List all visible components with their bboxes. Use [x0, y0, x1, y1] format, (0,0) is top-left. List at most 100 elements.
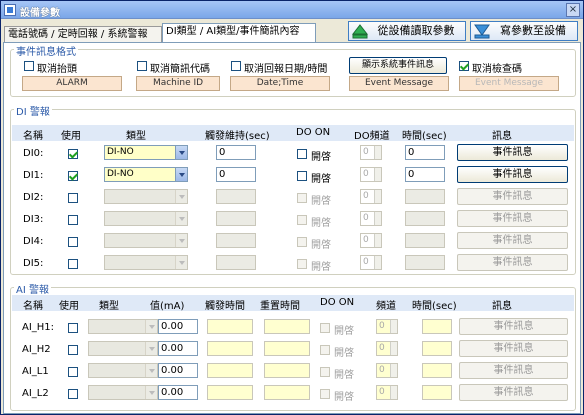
di-type-select[interactable]: [104, 211, 188, 226]
cancel-checksum-checkbox[interactable]: [459, 61, 469, 71]
di-do-channel-spinner[interactable]: 0: [360, 167, 382, 182]
di-row-name: DI2:: [23, 192, 44, 203]
di-do-channel-spinner[interactable]: 0: [360, 189, 382, 204]
ai-reset-time-input[interactable]: [264, 319, 310, 334]
di-type-select[interactable]: DI-NO: [104, 167, 188, 182]
read-from-device-button[interactable]: 從設備讀取參數: [348, 21, 466, 41]
di-do-channel-spinner[interactable]: 0: [360, 233, 382, 248]
tab-phone-report-alarm[interactable]: 電話號碼 / 定時回報 / 系統警報: [4, 26, 162, 42]
di-do-checkbox[interactable]: [297, 259, 307, 269]
ai-reset-time-input[interactable]: [264, 363, 310, 378]
di-trigger-input[interactable]: [216, 233, 256, 248]
di-type-value: DI-NO: [107, 169, 134, 179]
ai-do-checkbox[interactable]: [320, 389, 330, 399]
di-do-channel-spinner[interactable]: 0: [360, 255, 382, 270]
ai-do-checkbox[interactable]: [320, 345, 330, 355]
ai-header-do-on: DO ON: [320, 297, 355, 308]
ai-value-input[interactable]: 0.00: [158, 385, 198, 400]
cancel-datetime-checkbox[interactable]: [231, 61, 241, 71]
cancel-sms-code-checkbox[interactable]: [137, 61, 147, 71]
di-time-input[interactable]: 0: [405, 145, 445, 160]
write-to-device-button[interactable]: 寫參數至設備: [470, 21, 578, 41]
di-type-select[interactable]: [104, 233, 188, 248]
ai-event-message-button[interactable]: 事件訊息: [459, 340, 568, 357]
ai-channel-spinner[interactable]: 0: [376, 363, 398, 378]
di-event-message-button[interactable]: 事件訊息: [457, 232, 568, 249]
ai-trigger-time-input[interactable]: [207, 319, 253, 334]
ai-use-checkbox[interactable]: [68, 323, 78, 333]
di-do-checkbox[interactable]: [297, 171, 307, 181]
ai-channel-value: 0: [379, 387, 385, 397]
ai-trigger-time-input[interactable]: [207, 341, 253, 356]
di-do-channel-spinner[interactable]: 0: [360, 145, 382, 160]
app-icon: [4, 4, 16, 16]
ai-reset-time-input[interactable]: [264, 385, 310, 400]
ai-use-checkbox[interactable]: [68, 345, 78, 355]
di-time-input[interactable]: [405, 211, 445, 226]
ai-event-message-button[interactable]: 事件訊息: [459, 362, 568, 379]
ai-type-select[interactable]: [88, 385, 158, 400]
di-time-input[interactable]: [405, 189, 445, 204]
di-do-channel-value: 0: [363, 235, 369, 245]
ai-trigger-time-input[interactable]: [207, 385, 253, 400]
ai-type-select[interactable]: [88, 363, 158, 378]
ai-use-checkbox[interactable]: [68, 389, 78, 399]
di-do-checkbox[interactable]: [297, 193, 307, 203]
ai-channel-spinner[interactable]: 0: [376, 341, 398, 356]
di-trigger-input[interactable]: [216, 189, 256, 204]
ai-do-checkbox[interactable]: [320, 367, 330, 377]
ai-type-select[interactable]: [88, 319, 158, 334]
event-format-title: 事件訊息格式: [14, 43, 78, 58]
di-use-checkbox[interactable]: [68, 149, 78, 159]
ai-do-label: 開啓: [334, 348, 354, 359]
ai-value-input[interactable]: 0.00: [158, 363, 198, 378]
read-label: 從設備讀取參數: [377, 24, 455, 37]
ai-time-input[interactable]: [422, 319, 452, 334]
ai-event-message-button[interactable]: 事件訊息: [459, 318, 568, 335]
di-type-select[interactable]: [104, 255, 188, 270]
di-time-input[interactable]: 0: [405, 167, 445, 182]
di-trigger-input[interactable]: 0: [216, 145, 256, 160]
ai-channel-spinner[interactable]: 0: [376, 385, 398, 400]
ai-channel-spinner[interactable]: 0: [376, 319, 398, 334]
ai-row-name: AI_H2: [22, 344, 51, 355]
alarm-field: ALARM: [22, 76, 122, 91]
ai-trigger-time-input[interactable]: [207, 363, 253, 378]
di-do-checkbox[interactable]: [297, 149, 307, 159]
di-use-checkbox[interactable]: [68, 237, 78, 247]
di-use-checkbox[interactable]: [68, 171, 78, 181]
ai-reset-time-input[interactable]: [264, 341, 310, 356]
di-use-checkbox[interactable]: [68, 259, 78, 269]
di-use-checkbox[interactable]: [68, 215, 78, 225]
ai-time-input[interactable]: [422, 363, 452, 378]
di-event-message-button[interactable]: 事件訊息: [457, 166, 568, 183]
di-trigger-input[interactable]: [216, 211, 256, 226]
di-type-select[interactable]: DI-NO: [104, 145, 188, 160]
di-use-checkbox[interactable]: [68, 193, 78, 203]
di-type-select[interactable]: [104, 189, 188, 204]
ai-value-input[interactable]: 0.00: [158, 319, 198, 334]
tab-di-ai-event[interactable]: DI類型 / AI類型/事件簡訊內容: [162, 23, 316, 42]
ai-time-input[interactable]: [422, 341, 452, 356]
di-do-checkbox[interactable]: [297, 237, 307, 247]
ai-time-input[interactable]: [422, 385, 452, 400]
di-event-message-button[interactable]: 事件訊息: [457, 254, 568, 271]
di-time-input[interactable]: [405, 233, 445, 248]
ai-value-input[interactable]: 0.00: [158, 341, 198, 356]
di-do-checkbox[interactable]: [297, 215, 307, 225]
ai-use-checkbox[interactable]: [68, 367, 78, 377]
di-trigger-input[interactable]: [216, 255, 256, 270]
di-event-message-button[interactable]: 事件訊息: [457, 188, 568, 205]
ai-type-select[interactable]: [88, 341, 158, 356]
di-do-channel-spinner[interactable]: 0: [360, 211, 382, 226]
di-event-message-button[interactable]: 事件訊息: [457, 210, 568, 227]
di-time-input[interactable]: [405, 255, 445, 270]
show-system-event-button[interactable]: 顯示系統事件訊息: [349, 57, 447, 74]
ai-event-message-button[interactable]: 事件訊息: [459, 384, 568, 401]
di-event-message-button[interactable]: 事件訊息: [457, 144, 568, 161]
close-button[interactable]: ×: [566, 3, 580, 17]
ai-channel-value: 0: [379, 343, 385, 353]
cancel-header-checkbox[interactable]: [24, 61, 34, 71]
di-trigger-input[interactable]: 0: [216, 167, 256, 182]
ai-do-checkbox[interactable]: [320, 323, 330, 333]
